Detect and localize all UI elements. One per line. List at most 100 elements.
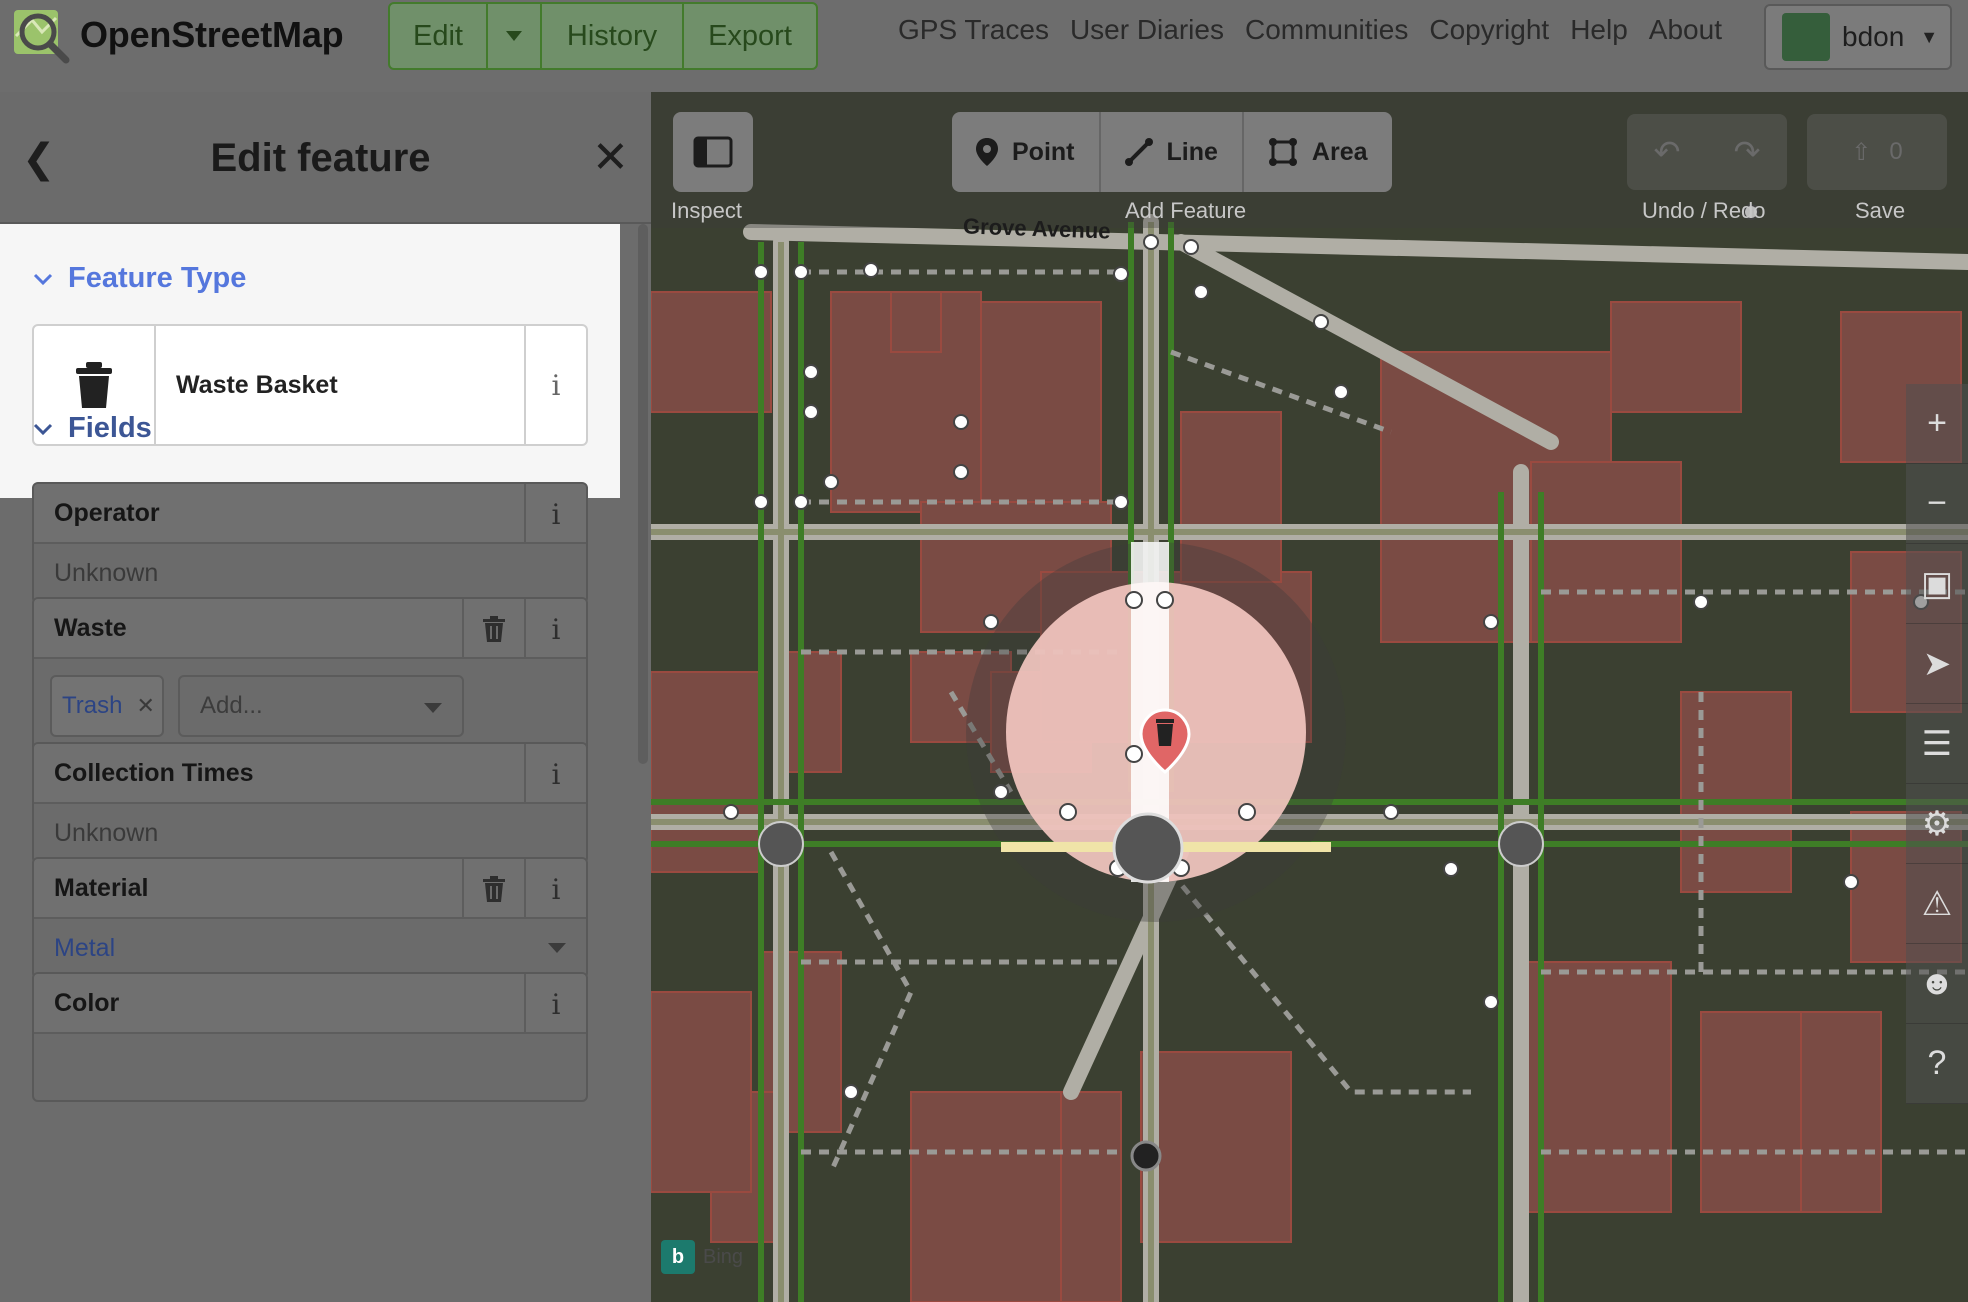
line-icon <box>1124 138 1153 166</box>
collection-times-input[interactable]: Unknown <box>34 804 586 862</box>
redo-icon[interactable]: ↷ <box>1707 114 1787 190</box>
caret-down-icon <box>548 943 566 953</box>
material-value: Metal <box>54 933 116 962</box>
undo-redo-group: ↶ ↷ <box>1627 114 1787 190</box>
nav-links: GPS Traces User Diaries Communities Copy… <box>898 14 1722 46</box>
nav-link-gps-traces[interactable]: GPS Traces <box>898 14 1049 46</box>
edit-history-export-group: Edit History Export <box>388 2 818 70</box>
info-icon[interactable]: i <box>524 974 586 1034</box>
waste-chip-trash: Trash ✕ <box>50 675 164 737</box>
add-placeholder: Add... <box>200 692 263 719</box>
help-icon[interactable]: ? <box>1906 1024 1968 1104</box>
edit-button[interactable]: Edit <box>390 4 488 68</box>
inspect-toggle-button[interactable] <box>673 112 753 192</box>
imagery-name: Bing <box>703 1245 744 1268</box>
add-feature-label: Add Feature <box>1125 198 1247 223</box>
nav-link-user-diaries[interactable]: User Diaries <box>1070 14 1224 46</box>
fields-heading: Fields <box>68 412 152 444</box>
edit-feature-sidebar: ❮ Edit feature ✕ Feature Type Waste Bask… <box>0 92 651 1302</box>
nav-link-help[interactable]: Help <box>1570 14 1628 46</box>
map-canvas[interactable]: Inspect Point Line Area Add Feature ↶ ↷ … <box>651 92 1968 1302</box>
bing-logo-icon: b <box>661 1240 695 1274</box>
line-label: Line <box>1166 137 1218 166</box>
material-field: Material i Metal <box>32 857 588 979</box>
sidebar-toggle-icon <box>693 136 733 168</box>
remove-chip-icon[interactable]: ✕ <box>136 693 154 719</box>
operator-field: Operator i Unknown <box>32 482 588 604</box>
sidebar-scrollbar[interactable] <box>638 224 648 764</box>
material-label-text: Material <box>54 873 149 902</box>
geolocate-icon[interactable]: ➤ <box>1906 624 1968 704</box>
zoom-to-selection-icon[interactable]: ▣ <box>1906 544 1968 624</box>
info-icon[interactable]: i <box>524 484 586 544</box>
undo-redo-label: Undo / Redo <box>1642 198 1766 223</box>
preferences-icon[interactable]: ☻ <box>1906 944 1968 1024</box>
material-label: Material i <box>34 859 586 919</box>
nav-link-communities[interactable]: Communities <box>1245 14 1408 46</box>
user-menu-button[interactable]: bdon ▼ <box>1764 4 1952 70</box>
chevron-down-icon <box>33 423 53 435</box>
map-data-icon[interactable]: ⚙ <box>1906 784 1968 864</box>
operator-input[interactable]: Unknown <box>34 544 586 602</box>
history-button[interactable]: History <box>542 4 684 68</box>
caret-down-icon: ▼ <box>1920 26 1939 47</box>
nav-link-about[interactable]: About <box>1649 14 1722 46</box>
feature-type-toggle[interactable]: Feature Type <box>32 262 246 295</box>
fields-toggle[interactable]: Fields <box>32 412 152 445</box>
username: bdon <box>1842 21 1905 52</box>
zoom-out-icon[interactable]: − <box>1906 464 1968 544</box>
background-layers-icon[interactable]: ☰ <box>1906 704 1968 784</box>
caret-down-icon <box>424 703 442 713</box>
material-select[interactable]: Metal <box>34 919 586 977</box>
chip-label: Trash <box>62 692 123 719</box>
upload-icon: ⇧ <box>1851 138 1872 166</box>
add-line-button[interactable]: Line <box>1101 112 1244 192</box>
caret-down-icon <box>506 31 522 41</box>
issues-icon[interactable]: ⚠ <box>1906 864 1968 944</box>
waste-add-input[interactable]: Add... <box>178 675 464 737</box>
save-button[interactable]: ⇧ 0 <box>1807 114 1947 190</box>
add-point-button[interactable]: Point <box>952 112 1101 192</box>
close-icon[interactable]: ✕ <box>592 132 629 183</box>
app-name: OpenStreetMap <box>80 14 344 55</box>
color-input[interactable] <box>34 1034 586 1092</box>
undo-icon[interactable]: ↶ <box>1627 114 1707 190</box>
imagery-attribution[interactable]: b Bing <box>661 1240 743 1274</box>
zoom-in-icon[interactable]: + <box>1906 384 1968 464</box>
waste-label-text: Waste <box>54 613 127 642</box>
feature-type-section: Feature Type Waste Basket i <box>0 224 620 498</box>
info-icon[interactable]: i <box>524 859 586 919</box>
color-field: Color i <box>32 972 588 1102</box>
collection-times-label-text: Collection Times <box>54 758 254 787</box>
osm-logo[interactable]: OpenStreetMap <box>12 6 344 64</box>
street-label: Grove Avenue <box>962 213 1111 244</box>
feature-type-heading: Feature Type <box>68 262 247 294</box>
trash-icon[interactable] <box>462 599 524 659</box>
operator-label-text: Operator <box>54 498 160 527</box>
collection-times-label: Collection Times i <box>34 744 586 804</box>
waste-label: Waste i <box>34 599 586 659</box>
nav-link-copyright[interactable]: Copyright <box>1429 14 1549 46</box>
sidebar-header: ❮ Edit feature ✕ <box>0 92 651 224</box>
info-icon[interactable]: i <box>524 744 586 804</box>
pin-icon <box>976 138 998 166</box>
area-label: Area <box>1311 137 1368 166</box>
osm-magnifier-icon <box>14 10 70 64</box>
info-icon[interactable]: i <box>524 599 586 659</box>
add-feature-group: Point Line Area <box>952 112 1392 192</box>
avatar <box>1782 13 1830 61</box>
save-count: 0 <box>1889 138 1903 165</box>
edit-dropdown-button[interactable] <box>488 4 542 68</box>
point-label: Point <box>1012 137 1075 166</box>
info-icon[interactable]: i <box>524 326 586 444</box>
sidebar-title: Edit feature <box>210 136 431 180</box>
map-controls: + − ▣ ➤ ☰ ⚙ ⚠ ☻ ? <box>1906 384 1968 1104</box>
add-area-button[interactable]: Area <box>1244 112 1392 192</box>
area-icon <box>1268 138 1297 166</box>
save-label: Save <box>1855 198 1906 223</box>
collection-times-field: Collection Times i Unknown <box>32 742 588 864</box>
trash-icon[interactable] <box>462 859 524 919</box>
export-button[interactable]: Export <box>684 4 816 68</box>
operator-label: Operator i <box>34 484 586 544</box>
waste-field: Waste i Trash ✕ Add... <box>32 597 588 753</box>
